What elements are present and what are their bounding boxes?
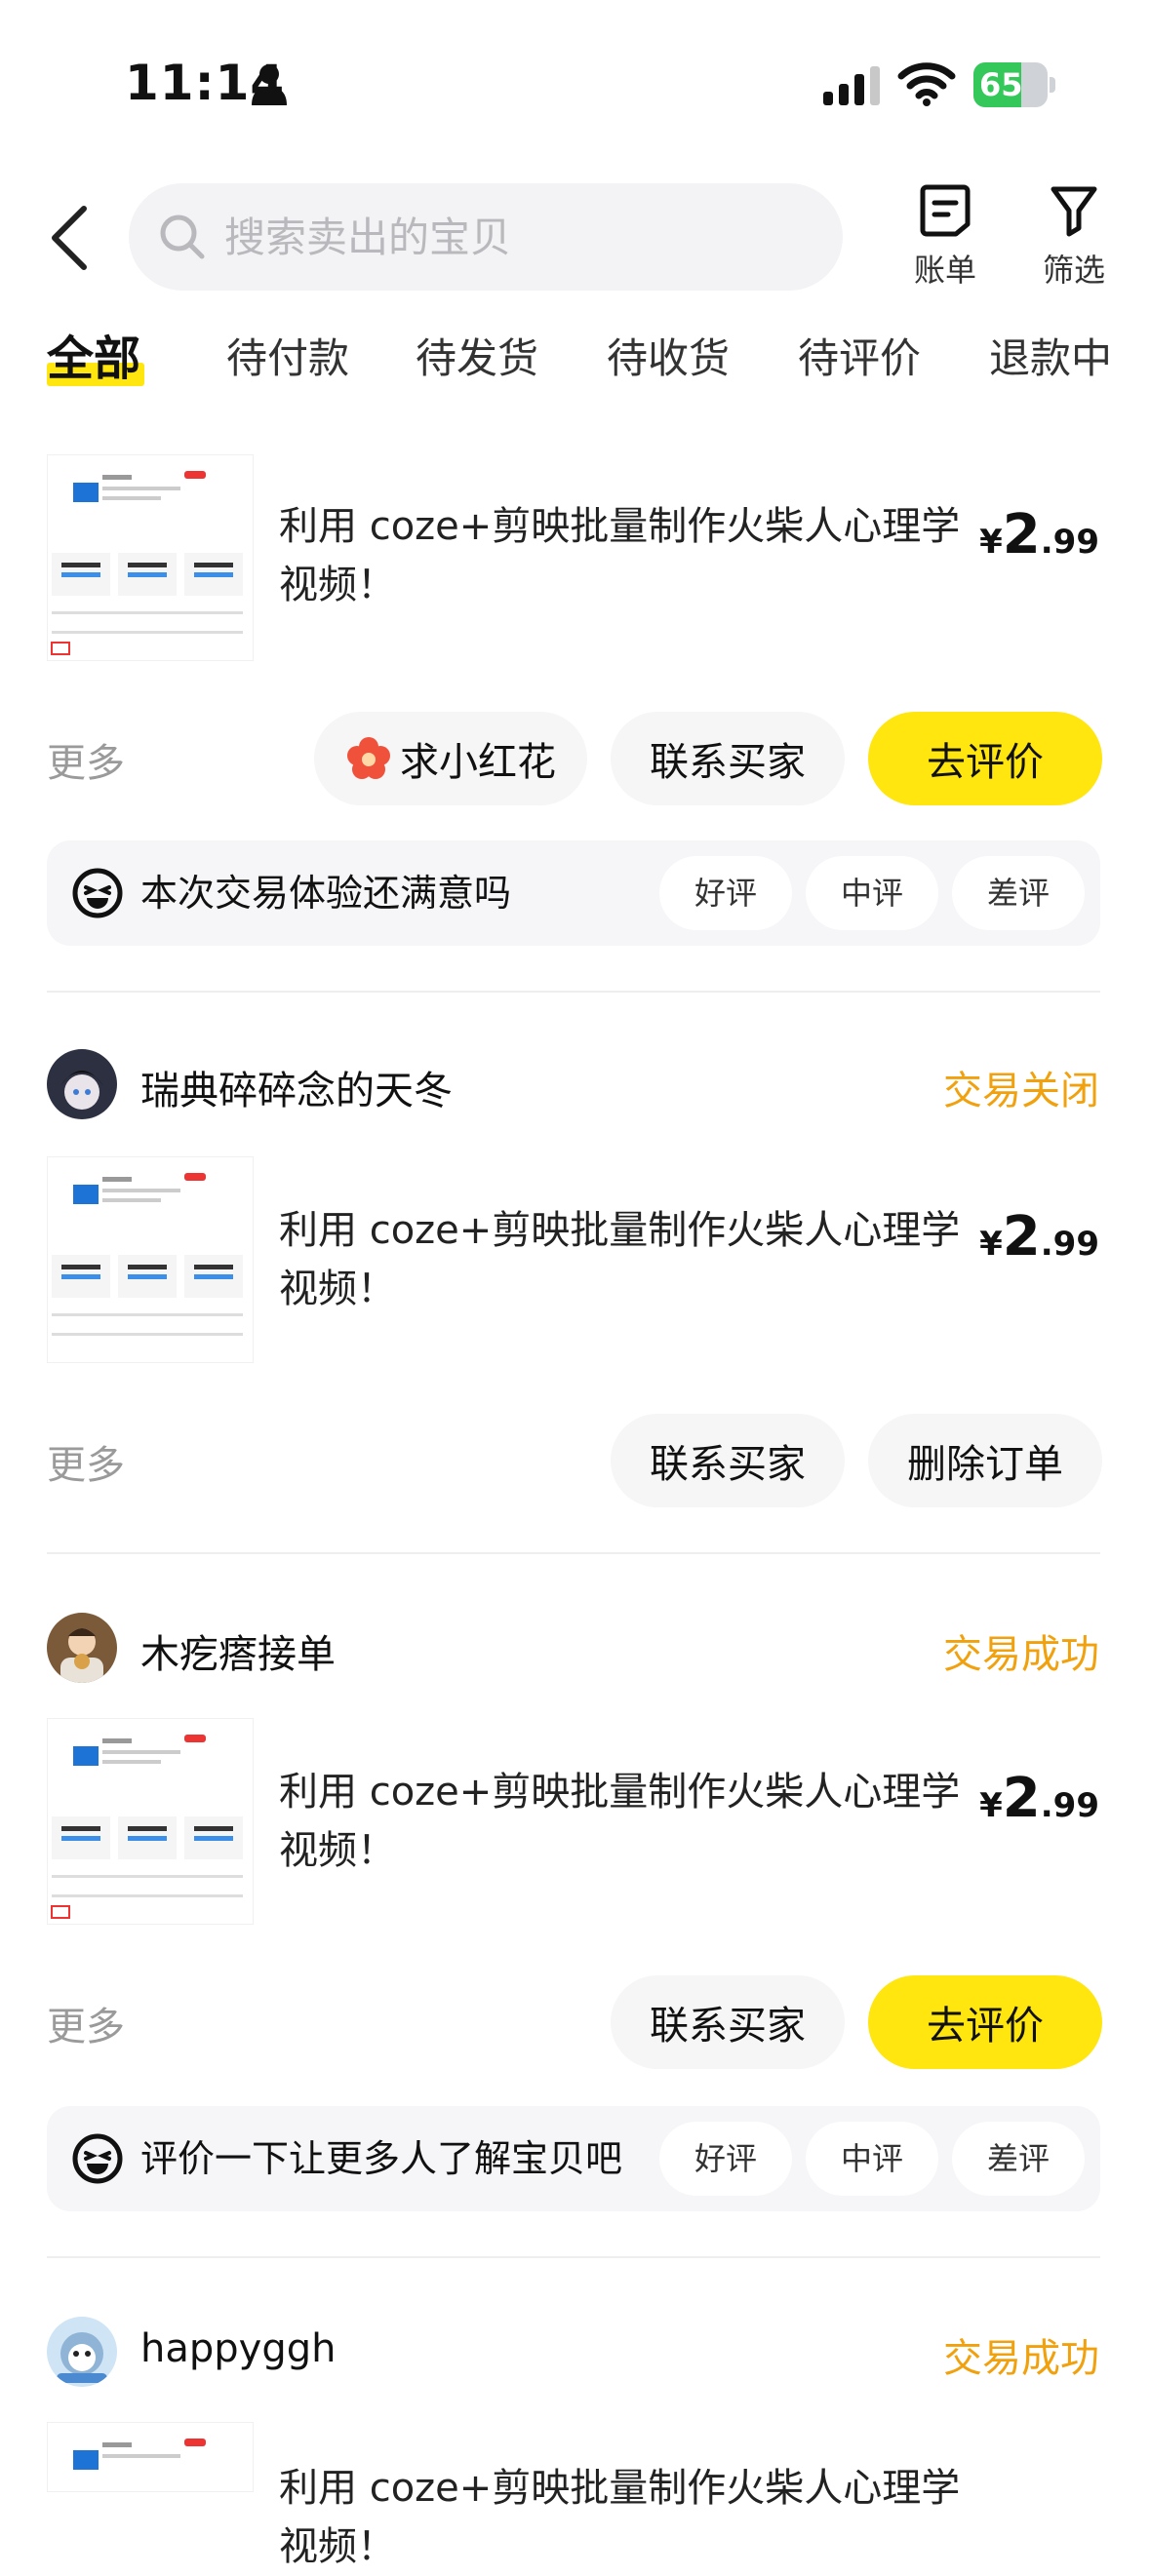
tab-pending-payment[interactable]: 待付款 [226,330,349,388]
neutral-review-button[interactable]: 中评 [806,2122,938,2196]
review-button[interactable]: 去评价 [868,1975,1102,2069]
product-price: ¥2.99 [979,503,1099,566]
product-thumbnail[interactable] [47,1718,254,1925]
bill-button[interactable]: 账单 [892,181,999,298]
product-thumbnail[interactable] [47,454,254,661]
wifi-icon [897,62,956,106]
tab-refunding[interactable]: 退款中 [989,330,1112,388]
product-price: ¥2.99 [979,1205,1099,1268]
more-link[interactable]: 更多 [47,1995,125,2051]
contact-buyer-button[interactable]: 联系买家 [611,1975,845,2069]
bill-label: 账单 [913,252,976,289]
product-thumbnail[interactable] [47,2422,254,2492]
buyer-name[interactable]: happyggh [140,2326,336,2371]
filter-icon [1051,186,1097,237]
search-bar[interactable] [129,183,843,291]
filter-label: 筛选 [1042,252,1105,289]
thumbnail-image [48,455,253,660]
signal-icon [823,66,880,105]
order-divider [47,2256,1100,2258]
product-title[interactable]: 利用 coze+剪映批量制作火柴人心理学视频！ [279,1763,962,1880]
bad-review-button[interactable]: 差评 [952,856,1085,930]
tab-pending-shipment[interactable]: 待发货 [416,330,538,388]
good-review-button[interactable]: 好评 [659,2122,792,2196]
product-title[interactable]: 利用 coze+剪映批量制作火柴人心理学视频！ [279,2459,962,2576]
order-status: 交易成功 [943,1632,1099,1677]
battery-level: 65 [979,66,1023,103]
buyer-avatar[interactable] [47,1613,117,1683]
review-prompt-bar: 评价一下让更多人了解宝贝吧 好评 中评 差评 [47,2106,1100,2211]
buyer-name[interactable]: 木疙瘩接单 [140,1622,336,1679]
contact-buyer-button[interactable]: 联系买家 [611,712,845,805]
person-icon [252,64,287,105]
review-button[interactable]: 去评价 [868,712,1102,805]
neutral-review-button[interactable]: 中评 [806,856,938,930]
order-status: 交易成功 [943,2336,1099,2381]
review-prompt-text: 本次交易体验还满意吗 [140,872,512,915]
back-icon[interactable] [45,203,96,273]
tab-pending-review[interactable]: 待评价 [798,330,921,388]
review-prompt-text: 评价一下让更多人了解宝贝吧 [140,2137,623,2180]
buyer-avatar[interactable] [47,1049,117,1119]
tab-all[interactable]: 全部 [47,330,140,388]
order-divider [47,991,1100,993]
more-link[interactable]: 更多 [47,731,125,788]
buyer-name[interactable]: 瑞典碎碎念的天冬 [140,1059,453,1115]
smile-face-icon [72,2133,123,2184]
good-review-button[interactable]: 好评 [659,856,792,930]
ask-flower-button[interactable]: 求小红花 [314,712,587,805]
thumbnail-image [48,2423,253,2491]
order-status: 交易关闭 [943,1069,1099,1113]
product-title[interactable]: 利用 coze+剪映批量制作火柴人心理学视频！ [279,1201,962,1318]
review-prompt-bar: 本次交易体验还满意吗 好评 中评 差评 [47,840,1100,946]
buyer-avatar[interactable] [47,2317,117,2387]
search-input[interactable] [224,213,771,261]
search-icon [160,215,205,259]
bad-review-button[interactable]: 差评 [952,2122,1085,2196]
battery-indicator: 65 [973,62,1057,107]
order-divider [47,1552,1100,1554]
tab-pending-receipt[interactable]: 待收货 [607,330,730,388]
product-title[interactable]: 利用 coze+剪映批量制作火柴人心理学视频！ [279,497,962,614]
bill-icon [920,184,971,237]
delete-order-button[interactable]: 删除订单 [868,1414,1102,1507]
thumbnail-image [48,1157,253,1362]
flower-icon [347,737,390,779]
contact-buyer-button[interactable]: 联系买家 [611,1414,845,1507]
product-price: ¥2.99 [979,1767,1099,1830]
ask-flower-label: 求小红花 [400,740,556,785]
more-link[interactable]: 更多 [47,1433,125,1490]
product-thumbnail[interactable] [47,1156,254,1363]
smile-face-icon [72,868,123,918]
filter-button[interactable]: 筛选 [1020,181,1128,298]
thumbnail-image [48,1719,253,1924]
